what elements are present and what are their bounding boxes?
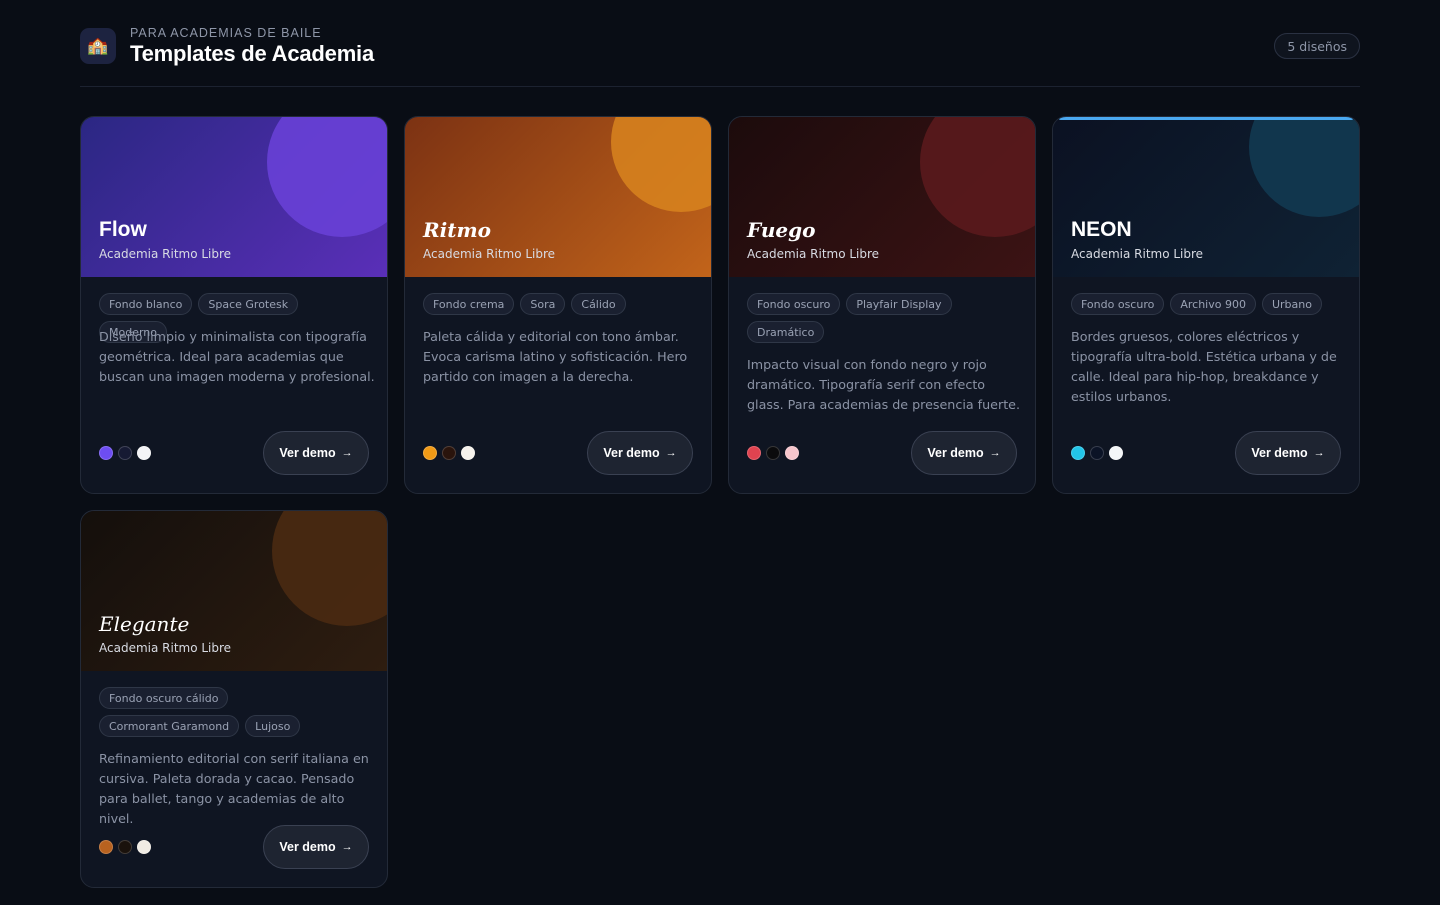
template-name: Fuego xyxy=(747,218,816,242)
view-demo-button[interactable]: Ver demo → xyxy=(587,431,693,475)
designs-count-badge: 5 diseños xyxy=(1274,33,1360,59)
decorative-circle xyxy=(267,117,387,237)
decorative-circle xyxy=(611,117,711,212)
view-demo-button[interactable]: Ver demo → xyxy=(911,431,1017,475)
template-description: Bordes gruesos, colores eléctricos y tip… xyxy=(1071,329,1337,404)
card-hero: NEON Academia Ritmo Libre xyxy=(1053,117,1359,277)
template-name: Ritmo xyxy=(423,218,491,242)
color-swatch xyxy=(1090,446,1104,460)
template-name: NEON xyxy=(1071,218,1132,241)
template-subtitle: Academia Ritmo Libre xyxy=(99,247,232,261)
card-hero: Flow Academia Ritmo Libre xyxy=(81,117,387,277)
template-subtitle: Academia Ritmo Libre xyxy=(99,641,232,655)
tag: Cálido xyxy=(571,293,626,315)
decorative-circle xyxy=(1249,117,1359,217)
template-description: Impacto visual con fondo negro y rojo dr… xyxy=(747,357,1021,412)
tag: Fondo oscuro xyxy=(747,293,841,315)
template-description: Paleta cálida y editorial con tono ámbar… xyxy=(423,329,688,384)
tag-list: Fondo crema Sora Cálido xyxy=(423,293,695,315)
button-label: Ver demo xyxy=(279,446,336,460)
tag: Fondo oscuro xyxy=(1071,293,1165,315)
card-hero: Fuego Academia Ritmo Libre xyxy=(729,117,1035,277)
tag-list: Fondo oscuro Playfair Display Dramático xyxy=(747,293,1019,343)
color-swatch xyxy=(118,446,132,460)
decorative-circle xyxy=(272,511,387,626)
template-card-neon: NEON Academia Ritmo Libre Fondo oscuro A… xyxy=(1052,116,1360,494)
template-card-elegante: Elegante Academia Ritmo Libre Fondo oscu… xyxy=(80,510,388,888)
arrow-right-icon: → xyxy=(665,447,677,459)
color-swatch xyxy=(461,446,475,460)
template-name: Elegante xyxy=(99,612,190,636)
tag: Space Grotesk xyxy=(198,293,299,315)
template-subtitle: Academia Ritmo Libre xyxy=(423,247,556,261)
tag: Dramático xyxy=(747,321,825,343)
color-swatch xyxy=(423,446,437,460)
tag: Fondo blanco xyxy=(99,293,193,315)
arrow-right-icon: → xyxy=(341,841,353,853)
tag: Fondo oscuro cálido xyxy=(99,687,229,709)
color-swatches xyxy=(99,840,151,854)
card-hero: Ritmo Academia Ritmo Libre xyxy=(405,117,711,277)
page-title: Templates de Academia xyxy=(130,41,375,66)
arrow-right-icon: → xyxy=(989,447,1001,459)
tag-list: Fondo oscuro cálido Cormorant Garamond L… xyxy=(99,687,371,737)
template-description: Refinamiento editorial con serif italian… xyxy=(99,751,369,826)
template-subtitle: Academia Ritmo Libre xyxy=(747,247,880,261)
color-swatch xyxy=(766,446,780,460)
color-swatch xyxy=(442,446,456,460)
view-demo-button[interactable]: Ver demo → xyxy=(263,431,369,475)
template-description: Diseño limpio y minimalista con tipograf… xyxy=(99,329,375,384)
card-hero: Elegante Academia Ritmo Libre xyxy=(81,511,387,671)
color-swatch xyxy=(785,446,799,460)
button-label: Ver demo xyxy=(279,840,336,854)
template-card-fuego: Fuego Academia Ritmo Libre Fondo oscuro … xyxy=(728,116,1036,494)
color-swatch xyxy=(137,840,151,854)
color-swatch xyxy=(99,446,113,460)
decorative-circle xyxy=(920,117,1035,237)
color-swatch xyxy=(99,840,113,854)
color-swatch xyxy=(1071,446,1085,460)
tag: Cormorant Garamond xyxy=(99,715,240,737)
tag: Archivo 900 xyxy=(1170,293,1256,315)
color-swatch xyxy=(118,840,132,854)
template-card-flow: Flow Academia Ritmo Libre Fondo blanco S… xyxy=(80,116,388,494)
tag: Fondo crema xyxy=(423,293,515,315)
tag: Urbano xyxy=(1261,293,1322,315)
eyebrow-label: PARA ACADEMIAS DE BAILE xyxy=(130,26,322,40)
template-subtitle: Academia Ritmo Libre xyxy=(1071,247,1204,261)
arrow-right-icon: → xyxy=(1313,447,1325,459)
template-name: Flow xyxy=(99,218,147,241)
page-header: 🏫 PARA ACADEMIAS DE BAILE Templates de A… xyxy=(80,25,1360,87)
school-icon: 🏫 xyxy=(80,28,116,64)
color-swatches xyxy=(1071,446,1123,460)
button-label: Ver demo xyxy=(1251,446,1308,460)
tag-list: Fondo oscuro Archivo 900 Urbano xyxy=(1071,293,1343,315)
color-swatch xyxy=(747,446,761,460)
tag: Lujoso xyxy=(245,715,301,737)
color-swatch xyxy=(137,446,151,460)
arrow-right-icon: → xyxy=(341,447,353,459)
view-demo-button[interactable]: Ver demo → xyxy=(1235,431,1341,475)
accent-line xyxy=(1059,117,1353,120)
tag: Playfair Display xyxy=(846,293,952,315)
template-card-ritmo: Ritmo Academia Ritmo Libre Fondo crema S… xyxy=(404,116,712,494)
view-demo-button[interactable]: Ver demo → xyxy=(263,825,369,869)
color-swatches xyxy=(99,446,151,460)
color-swatches xyxy=(747,446,799,460)
tag: Sora xyxy=(520,293,566,315)
button-label: Ver demo xyxy=(927,446,984,460)
button-label: Ver demo xyxy=(603,446,660,460)
color-swatch xyxy=(1109,446,1123,460)
color-swatches xyxy=(423,446,475,460)
school-emoji: 🏫 xyxy=(87,36,109,56)
